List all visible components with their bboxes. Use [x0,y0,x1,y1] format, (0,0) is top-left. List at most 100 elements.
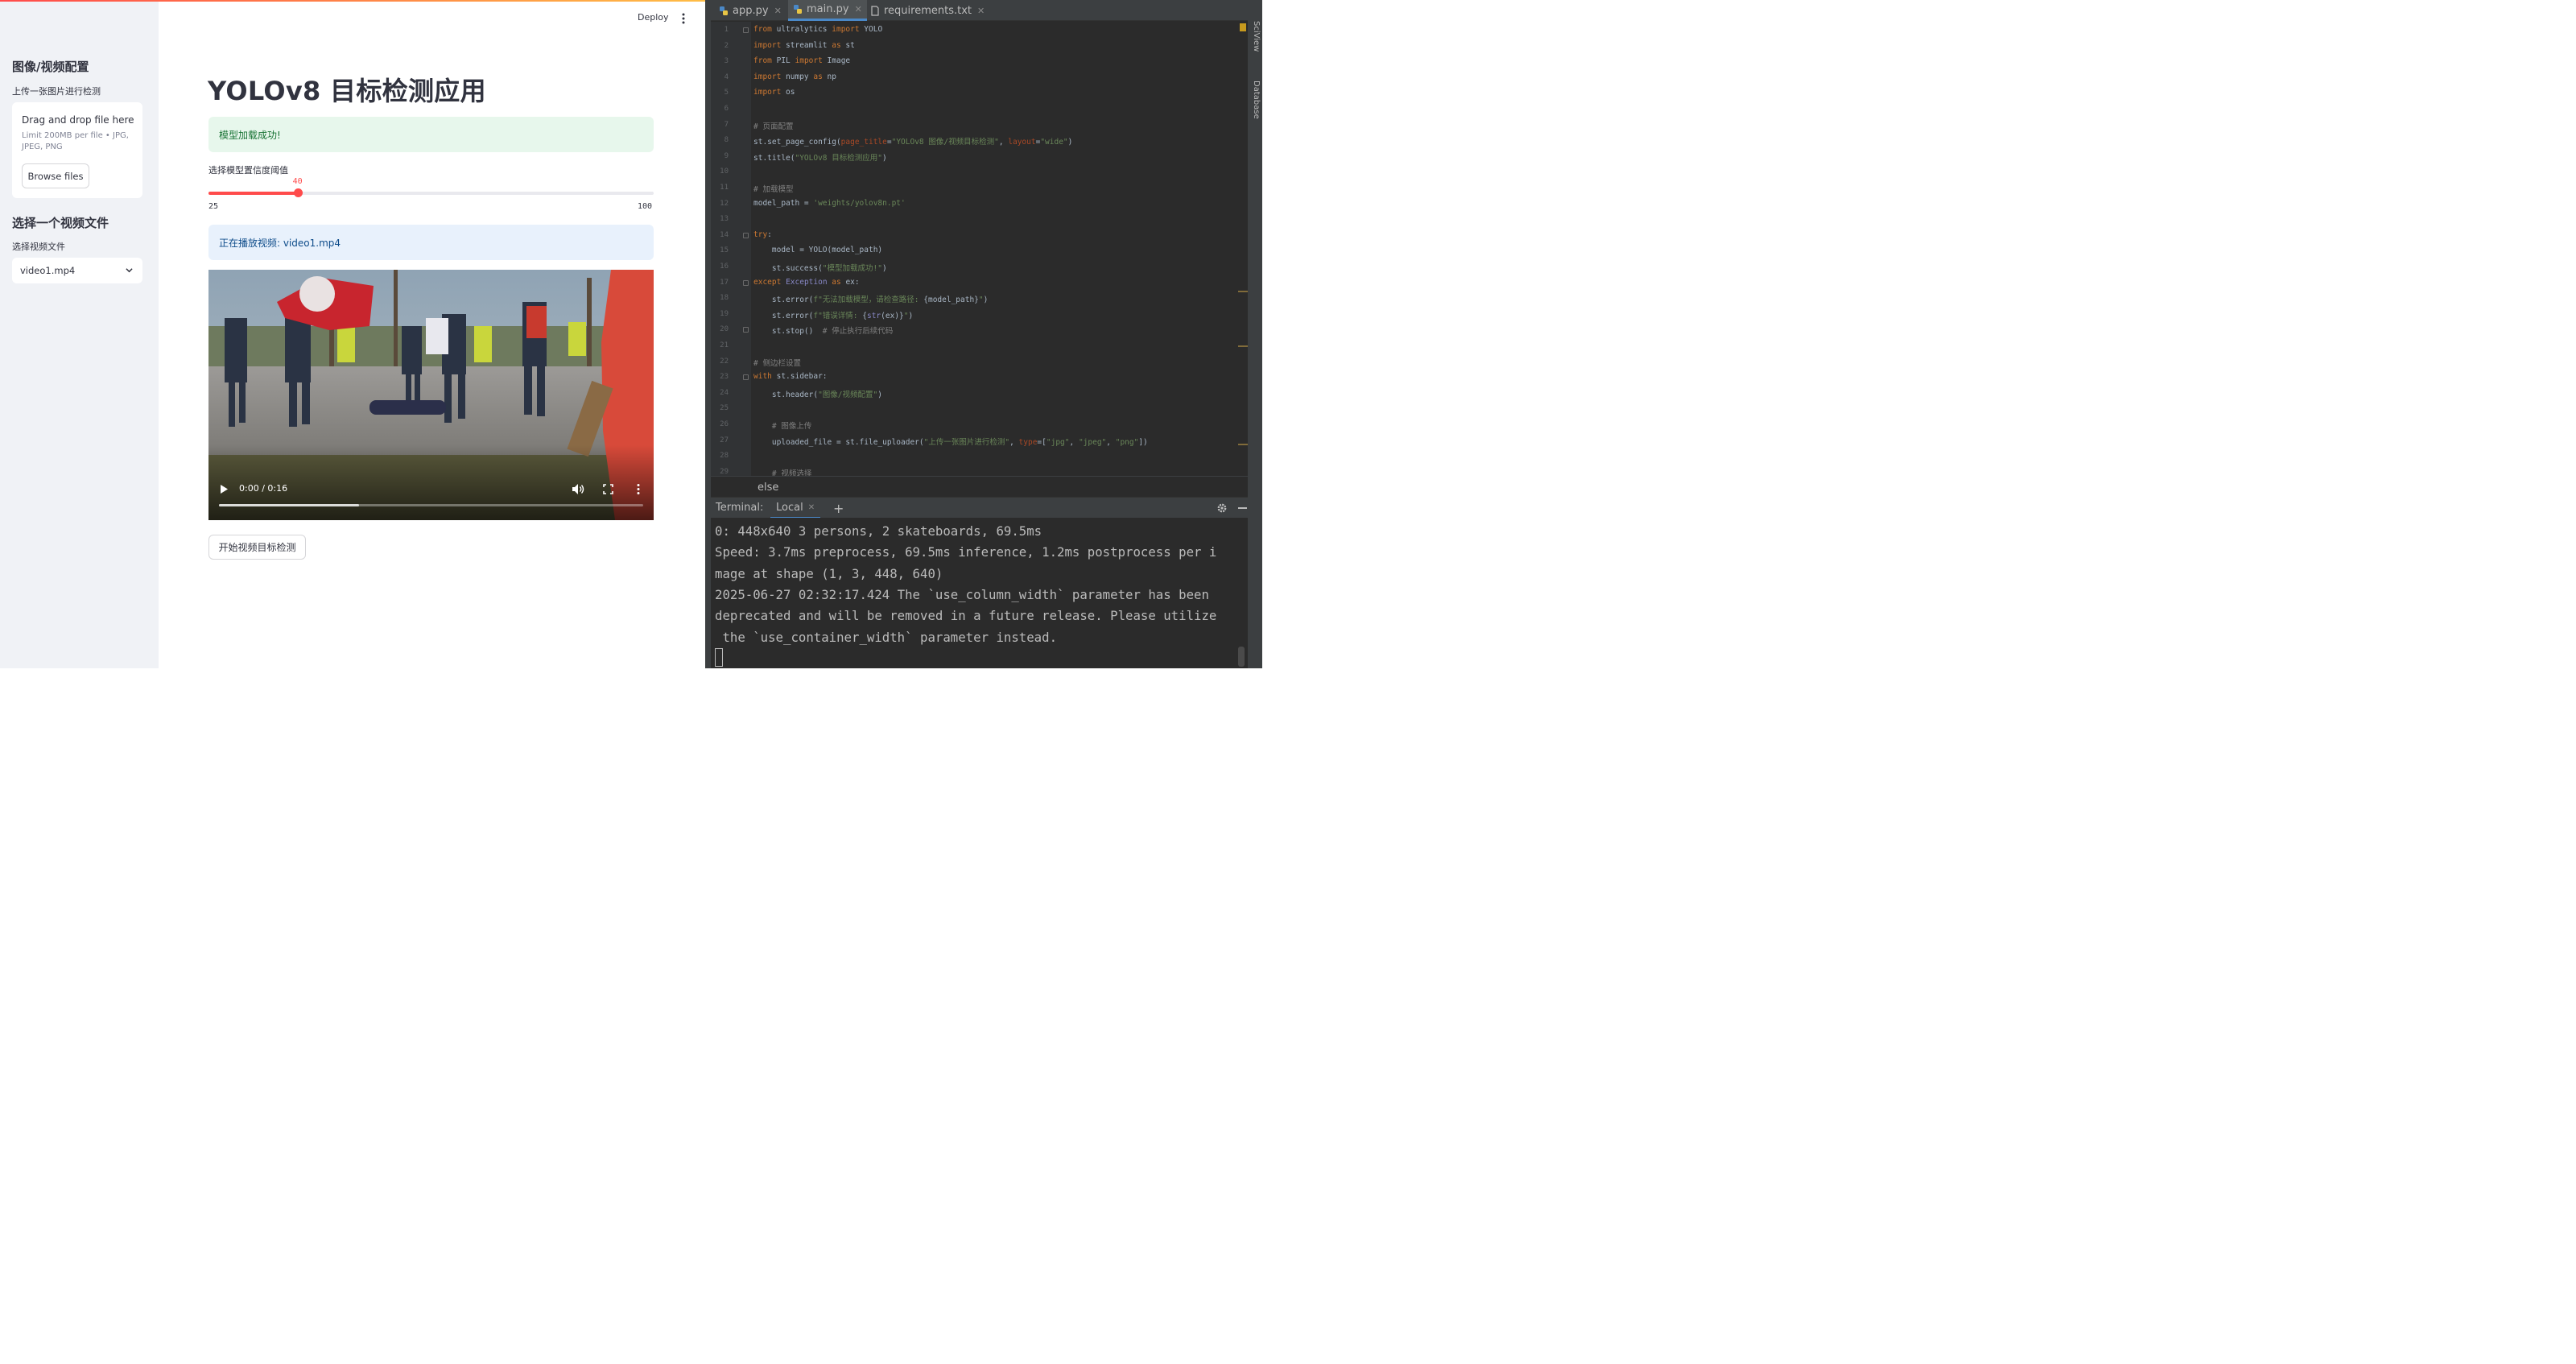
line-number: 3 [724,57,729,66]
editor-scrollbar[interactable] [1238,22,1248,476]
line-number: 27 [720,436,729,444]
fold-marker[interactable] [743,232,749,238]
close-icon[interactable]: ✕ [977,6,985,16]
slider-max-label: 100 [638,202,653,211]
play-icon[interactable] [219,484,229,494]
tab-app-py[interactable]: app.py ✕ [719,0,782,21]
close-icon[interactable]: ✕ [808,503,815,512]
video-select-value: video1.mp4 [20,265,76,276]
line-number: 19 [720,309,729,318]
line-number: 12 [720,199,729,208]
line-number: 7 [724,120,729,129]
line-number: 16 [720,262,729,271]
terminal-scrollbar[interactable] [1236,518,1248,668]
line-number: 5 [724,89,729,97]
code-line: model = YOLO(model_path) [753,246,883,255]
python-file-icon [720,6,728,15]
code-line: # 加载模型 [753,185,794,194]
code-line: st.error(f"错误详情: {str(ex)}") [753,311,914,320]
fold-marker[interactable] [743,279,749,286]
ide-right-toolstrip: SciView Database [1248,0,1262,668]
breadcrumb-item[interactable]: else [758,482,778,494]
code-line: st.set_page_config(page_title="YOLOv8 图像… [753,138,1073,147]
line-number: 22 [720,357,729,366]
code-breadcrumb[interactable]: else [711,476,1248,497]
deploy-button[interactable]: Deploy [638,12,669,23]
confidence-slider[interactable] [208,188,654,197]
dropzone-title: Drag and drop file here [22,114,134,126]
minimize-icon[interactable] [1238,507,1247,509]
gear-icon[interactable] [1216,502,1228,514]
chevron-down-icon [126,268,133,273]
terminal-line: Speed: 3.7ms preprocess, 69.5ms inferenc… [715,544,1217,560]
video-buffered [219,504,359,506]
fold-marker[interactable] [743,27,749,33]
line-number: 14 [720,230,729,239]
terminal-toolbar: Terminal: Local ✕ + [711,497,1248,519]
code-line: from PIL import Image [753,56,851,66]
line-number: 15 [720,246,729,255]
code-line: model_path = 'weights/yolov8n.pt' [753,198,906,208]
close-icon[interactable]: ✕ [855,4,862,14]
terminal-cursor [715,648,723,667]
text-file-icon [871,5,879,16]
video-progress-bar[interactable] [219,504,643,506]
terminal-line: 2025-06-27 02:32:17.424 The `use_column_… [715,586,1209,602]
error-stripe-mark[interactable] [1238,345,1248,347]
video-select[interactable]: video1.mp4 [12,258,142,283]
video-more-icon[interactable] [635,483,642,495]
sciview-tab[interactable]: SciView [1252,21,1261,52]
line-number-gutter: 1 2 3 4 5 6 7 8 9 10 11 12 13 14 15 16 17 18 19 20 21 22 23 24 2… [711,22,751,476]
line-number: 24 [720,388,729,397]
ide-window: SciView Database app.py ✕ main.py ✕ requ… [705,0,1262,668]
video-time: 0:00 / 0:16 [239,483,288,494]
tab-requirements-txt[interactable]: requirements.txt ✕ [870,0,985,21]
tab-label: main.py [807,3,849,15]
code-line: st.error(f"无法加载模型，请检查路径: {model_path}") [753,296,989,305]
terminal-line: 0: 448x640 3 persons, 2 skateboards, 69.… [715,523,1042,539]
line-number: 10 [720,167,729,176]
line-number: 23 [720,373,729,382]
line-number: 6 [724,105,729,113]
fold-marker[interactable] [743,327,749,333]
line-number: 20 [720,325,729,334]
line-number: 29 [720,467,729,476]
error-stripe-mark[interactable] [1238,291,1248,292]
terminal-line: mage at shape (1, 3, 448, 640) [715,565,943,581]
new-terminal-button[interactable]: + [833,501,844,516]
confidence-slider-label: 选择模型置信度阈值 [208,165,288,176]
tab-label: app.py [733,4,769,17]
code-editor[interactable]: 1 2 3 4 5 6 7 8 9 10 11 12 13 14 15 16 17 18 19 20 21 22 23 24 2… [711,22,1248,476]
line-number: 13 [720,215,729,224]
terminal-tab-local[interactable]: Local ✕ [770,498,821,519]
more-menu-icon[interactable] [679,11,688,26]
database-tab[interactable]: Database [1252,81,1261,119]
terminal-line: deprecated and will be removed in a futu… [715,608,1217,624]
success-message: 模型加载成功! [219,129,281,141]
scroll-thumb[interactable] [1238,647,1245,667]
error-stripe-mark[interactable] [1238,444,1248,445]
code-line: st.success("模型加载成功!") [753,264,887,273]
code-line: st.title("YOLOv8 目标检测应用") [753,153,887,163]
file-dropzone[interactable]: Drag and drop file here Limit 200MB per … [12,102,142,198]
python-file-icon [794,5,802,14]
slider-thumb[interactable] [293,188,303,197]
code-line: import streamlit as st [753,40,855,50]
fullscreen-icon[interactable] [603,484,613,494]
start-detection-button[interactable]: 开始视频目标检测 [208,535,306,560]
volume-icon[interactable] [572,483,584,495]
fold-marker[interactable] [743,374,749,381]
editor-tabbar: app.py ✕ main.py ✕ requirements.txt ✕ [711,0,1248,21]
code-line: import numpy as np [753,72,836,81]
code-line: st.stop() # 停止执行后续代码 [753,327,894,337]
line-number: 9 [724,151,729,160]
line-number: 4 [724,72,729,81]
line-number: 18 [720,294,729,303]
tab-main-py[interactable]: main.py ✕ [788,0,867,21]
browse-files-button[interactable]: Browse files [22,163,89,188]
warning-marker[interactable] [1240,23,1246,31]
terminal-output[interactable]: 0: 448x640 3 persons, 2 skateboards, 69.… [711,518,1236,668]
code-line: from ultralytics import YOLO [753,25,883,34]
ide-left-toolstrip [705,0,711,668]
close-icon[interactable]: ✕ [774,6,782,16]
